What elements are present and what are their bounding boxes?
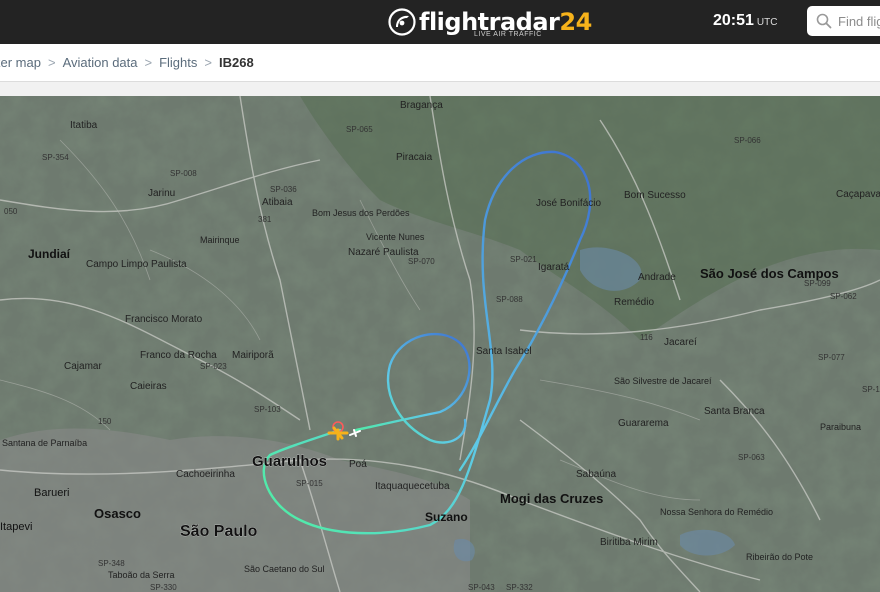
road-shield: 381 [258, 215, 272, 224]
road-shield: SP-077 [818, 353, 845, 362]
city-label-braganca: Bragança [400, 100, 443, 111]
town-label: São Caetano do Sul [244, 564, 325, 574]
town-label: Cachoeirinha [176, 469, 235, 480]
town-label: Jarinu [148, 188, 175, 199]
town-label: Caieiras [130, 381, 167, 392]
breadcrumb-separator: > [47, 55, 56, 70]
town-label: Bom Sucesso [624, 190, 686, 201]
breadcrumb-current-flight: IB268 [218, 55, 254, 70]
breadcrumb-trail: ker map > Aviation data > Flights > IB268 [0, 55, 254, 70]
city-label-jundiai: Jundiaí [28, 247, 71, 261]
road-shield: SP-070 [408, 257, 435, 266]
city-label-suzano: Suzano [425, 510, 468, 524]
road-shield: 150 [98, 417, 112, 426]
top-bar: flightradar24 LIVE AIR TRAFFIC 20:51 UTC … [0, 0, 880, 44]
search-input[interactable]: Find flig [807, 6, 880, 36]
town-label: Santa Branca [704, 406, 765, 417]
breadcrumb-item-tracker-map[interactable]: ker map [0, 55, 41, 70]
city-label-mogi-das-cruzes: Mogi das Cruzes [500, 491, 603, 506]
flightradar24-logo[interactable]: flightradar24 LIVE AIR TRAFFIC [388, 4, 592, 40]
breadcrumb-separator: > [204, 55, 212, 70]
search-icon [816, 13, 832, 29]
town-label: Igaratá [538, 262, 570, 273]
city-label-osasco: Osasco [94, 506, 141, 521]
road-shield: SP-099 [804, 279, 831, 288]
road-shield: SP-065 [346, 125, 373, 134]
town-label: José Bonifácio [536, 198, 601, 209]
page-gap [0, 82, 880, 96]
town-label: Itaquaquecetuba [375, 481, 450, 492]
city-label-sao-paulo: São Paulo [180, 523, 258, 540]
road-shield: SP-008 [170, 169, 197, 178]
road-shield: SP-348 [98, 559, 125, 568]
town-label: Vicente Nunes [366, 232, 425, 242]
town-label: Franco da Rocha [140, 350, 217, 361]
town-label: Santa Isabel [476, 346, 532, 357]
road-shield: SP-332 [506, 583, 533, 592]
road-shield: SP-354 [42, 153, 69, 162]
road-shield: SP-088 [496, 295, 523, 304]
town-label: Campo Limpo Paulista [86, 259, 187, 270]
town-label: Caçapava [836, 189, 880, 200]
clock-time: 20:51 [713, 12, 754, 29]
city-label-barueri: Barueri [34, 487, 69, 499]
flight-map[interactable]: Guarulhos São Paulo Mogi das Cruzes São … [0, 96, 880, 592]
road-shield: SP-043 [468, 583, 495, 592]
road-shield: SP-103 [254, 405, 281, 414]
town-label: Ribeirão do Pote [746, 552, 813, 562]
town-label: Andrade [638, 272, 676, 283]
road-shield: SP-015 [296, 479, 323, 488]
road-shield: SP-102 [862, 385, 880, 394]
clock-timezone: UTC [756, 17, 778, 28]
city-label-guarulhos: Guarulhos [252, 453, 327, 470]
town-label: Sabaúna [576, 469, 616, 480]
city-label-itapevi: Itapevi [0, 521, 32, 533]
town-label: Poá [349, 459, 367, 470]
town-label: Bom Jesus dos Perdões [312, 208, 410, 218]
town-label: Guararema [618, 418, 669, 429]
town-label: Remédio [614, 297, 654, 308]
town-label: Itatiba [70, 120, 98, 131]
town-label: Biritiba Mirim [600, 537, 658, 548]
town-label: Francisco Morato [125, 314, 203, 325]
breadcrumb-item-aviation-data[interactable]: Aviation data [63, 55, 138, 70]
road-shield: SP-063 [738, 453, 765, 462]
town-label: Mairiporã [232, 350, 274, 361]
breadcrumb: ker map > Aviation data > Flights > IB268 [0, 44, 880, 82]
road-shield: SP-036 [270, 185, 297, 194]
road-shield: SP-021 [510, 255, 537, 264]
radar-icon [388, 8, 416, 36]
town-label: Mairinque [200, 235, 240, 245]
town-label: Santana de Parnaíba [2, 438, 87, 448]
breadcrumb-item-flights[interactable]: Flights [159, 55, 197, 70]
town-label: Cajamar [64, 361, 102, 372]
road-shield: SP-066 [734, 136, 761, 145]
utc-clock: 20:51 UTC [713, 12, 777, 30]
road-shield: SP-062 [830, 292, 857, 301]
town-label: São Silvestre de Jacareí [614, 376, 712, 386]
search-placeholder: Find flig [838, 13, 880, 29]
town-label: Taboão da Serra [108, 570, 175, 580]
road-shield: SP-023 [200, 362, 227, 371]
town-label: Paraibuna [820, 422, 861, 432]
logo-wordmark-number: 24 [559, 8, 592, 36]
road-shield: 050 [4, 207, 18, 216]
town-label: Piracaia [396, 152, 433, 163]
town-label: Jacareí [664, 337, 697, 348]
road-shield: SP-330 [150, 583, 177, 592]
logo-tagline: LIVE AIR TRAFFIC [474, 31, 542, 38]
road-shield: 116 [640, 333, 653, 342]
town-label: Atibaia [262, 197, 293, 208]
breadcrumb-separator: > [144, 55, 153, 70]
town-label: Nossa Senhora do Remédio [660, 507, 773, 517]
